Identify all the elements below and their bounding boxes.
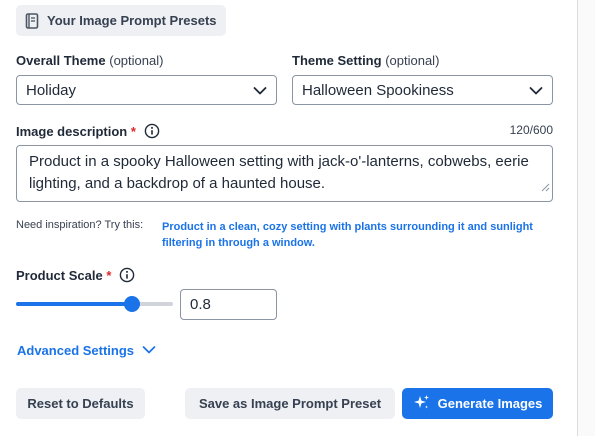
product-scale-label: Product Scale * xyxy=(16,267,135,283)
advanced-settings-label: Advanced Settings xyxy=(17,343,135,358)
required-marker: * xyxy=(106,268,112,283)
theme-setting-label: Theme Setting (optional) xyxy=(292,53,440,68)
chevron-down-icon xyxy=(253,84,267,101)
image-description-label: Image description * xyxy=(16,123,160,139)
presets-button-label: Your Image Prompt Presets xyxy=(47,13,217,28)
character-counter: 120/600 xyxy=(509,123,553,137)
overall-theme-label: Overall Theme (optional) xyxy=(16,53,164,68)
advanced-settings-toggle[interactable]: Advanced Settings xyxy=(17,343,156,358)
inspiration-suggestion-link[interactable]: Product in a clean, cozy setting with pl… xyxy=(162,219,562,251)
resize-grip-icon[interactable] xyxy=(541,177,550,199)
image-description-value: Product in a spooky Halloween setting wi… xyxy=(29,153,529,192)
sparkle-icon xyxy=(413,394,430,414)
theme-setting-select[interactable]: Halloween Spookiness xyxy=(292,75,553,105)
generate-images-button[interactable]: Generate Images xyxy=(402,388,553,419)
info-icon[interactable] xyxy=(144,123,160,139)
slider-fill xyxy=(16,302,133,306)
scrollbar[interactable] xyxy=(577,0,595,436)
chevron-down-icon xyxy=(529,84,543,101)
optional-hint: (optional) xyxy=(385,53,440,68)
book-icon xyxy=(25,12,39,29)
overall-theme-value: Holiday xyxy=(26,81,77,99)
product-scale-slider[interactable] xyxy=(16,294,173,314)
slider-thumb[interactable] xyxy=(124,296,141,312)
product-scale-input[interactable]: 0.8 xyxy=(180,289,277,320)
required-marker: * xyxy=(130,124,136,139)
image-description-textarea[interactable]: Product in a spooky Halloween setting wi… xyxy=(16,145,553,202)
image-prompt-presets-button[interactable]: Your Image Prompt Presets xyxy=(16,5,226,36)
overall-theme-select[interactable]: Holiday xyxy=(16,75,277,105)
save-preset-button[interactable]: Save as Image Prompt Preset xyxy=(185,388,395,419)
product-scale-value: 0.8 xyxy=(190,296,211,313)
reset-to-defaults-button[interactable]: Reset to Defaults xyxy=(16,388,145,419)
inspiration-label: Need inspiration? Try this: xyxy=(16,219,144,231)
theme-setting-value: Halloween Spookiness xyxy=(302,81,454,99)
optional-hint: (optional) xyxy=(109,53,164,68)
info-icon[interactable] xyxy=(119,267,135,283)
generate-images-label: Generate Images xyxy=(437,396,543,411)
chevron-down-icon xyxy=(142,343,156,358)
